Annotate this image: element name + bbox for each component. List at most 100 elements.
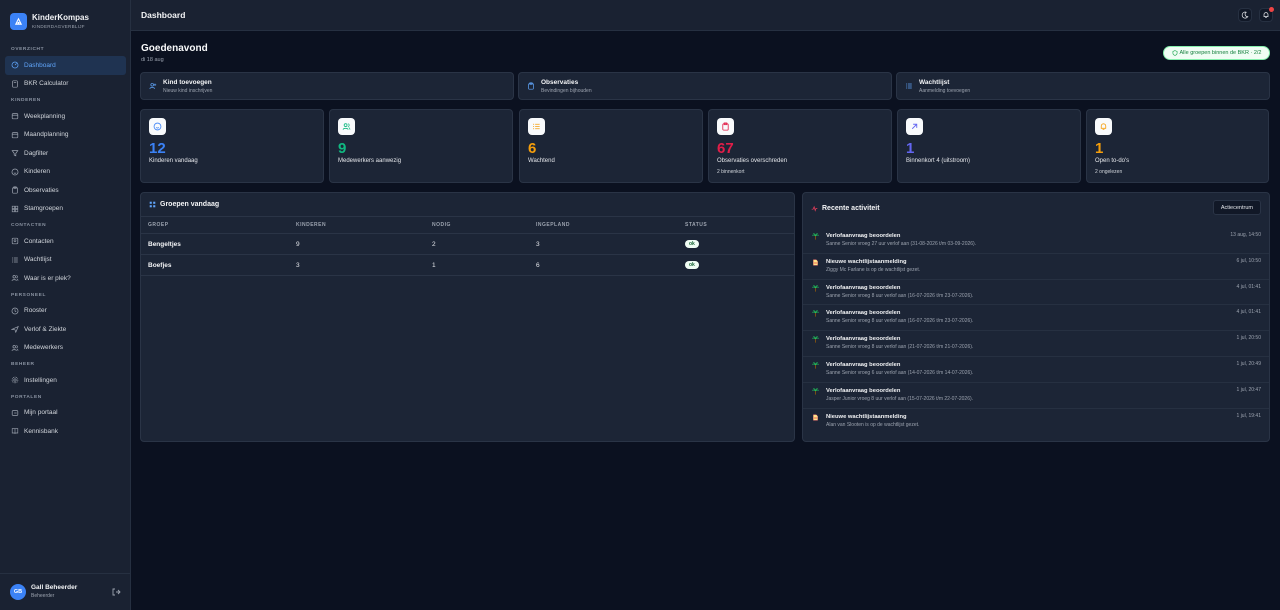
theme-toggle-button[interactable]	[1238, 8, 1252, 22]
grid-icon	[149, 201, 156, 208]
activity-item-time: 1 jul, 20:50	[1236, 335, 1261, 342]
cell-kinderen: 9	[289, 233, 425, 255]
sidebar-item-label: Medewerkers	[24, 344, 64, 352]
portal-icon	[11, 409, 19, 416]
clipboard-icon	[528, 82, 534, 90]
sidebar-item-weekplanning[interactable]: Weekplanning	[5, 107, 126, 126]
sidebar-item-label: Dashboard	[24, 61, 56, 69]
notifications-button[interactable]	[1259, 7, 1274, 22]
cell-status: ok	[678, 233, 794, 255]
stat-card-open-to-do-s[interactable]: 1 Open to-do's 2 ongelezen	[1086, 109, 1269, 183]
palm-tree-icon	[812, 284, 819, 292]
book-icon	[11, 428, 19, 435]
stat-card-medewerkers-aanwezig[interactable]: 9 Medewerkers aanwezig	[329, 109, 513, 183]
activity-item-title: Verlofaanvraag beoordelen	[826, 233, 901, 239]
sidebar-item-kinderen[interactable]: Kinderen	[5, 163, 126, 182]
activity-item-description: Sanne Senior vroeg 27 uur verlof aan (31…	[826, 241, 977, 247]
list-item[interactable]: Verlofaanvraag beoordelen Sanne Senior v…	[803, 228, 1269, 254]
quick-action-subtitle: Bevindingen bijhouden	[541, 87, 592, 94]
list-item[interactable]: Verlofaanvraag beoordelen Sanne Senior v…	[803, 280, 1269, 306]
sidebar-item-mijn-portaal[interactable]: Mijn portaal	[5, 404, 126, 423]
user-name: Gall Beheerder	[31, 584, 78, 591]
sidebar-item-label: Verlof & Ziekte	[24, 325, 67, 333]
avatar[interactable]: GB	[10, 584, 26, 600]
sidebar-item-kennisbank[interactable]: Kennisbank	[5, 422, 126, 441]
list-icon	[11, 257, 18, 263]
sidebar-item-dashboard[interactable]: Dashboard	[5, 56, 126, 75]
table-row[interactable]: Boefjes 3 1 6 ok	[141, 254, 794, 276]
nav-section-title: KINDEREN	[11, 98, 41, 103]
list-item[interactable]: Verlofaanvraag beoordelen Sanne Senior v…	[803, 331, 1269, 357]
document-icon	[813, 259, 818, 266]
activity-list: Verlofaanvraag beoordelen Sanne Senior v…	[803, 228, 1269, 434]
quick-action-kind-toevoegen[interactable]: Kind toevoegen Nieuw kind inschrijven	[140, 72, 514, 100]
sidebar-item-bkr-calculator[interactable]: BKR Calculator	[5, 75, 126, 94]
palm-tree-icon	[812, 361, 819, 369]
calendar-icon	[11, 113, 19, 120]
activity-item-time: 6 jul, 10:50	[1236, 257, 1261, 264]
palm-tree-icon	[812, 310, 819, 318]
activity-item-description: Sanne Senior vroeg 8 uur verlof aan (16-…	[826, 292, 974, 299]
col-nodig: NODIG	[425, 216, 529, 234]
sidebar-item-label: Mijn portaal	[24, 409, 58, 417]
sidebar-item-instellingen[interactable]: Instellingen	[5, 371, 126, 390]
sidebar-item-label: Waar is er plek?	[24, 274, 71, 282]
stat-value: 12	[149, 140, 166, 157]
activity-item-description: Sanne Senior vroeg 8 uur verlof aan (21-…	[826, 344, 974, 351]
activity-item-title: Nieuwe wachtlijstaanmelding	[826, 258, 907, 265]
calculator-icon	[12, 80, 18, 88]
stat-card-wachtend[interactable]: 6 Wachtend	[519, 109, 703, 183]
shield-check-icon	[1172, 50, 1177, 56]
activity-item-time: 4 jul, 01:41	[1236, 309, 1261, 316]
activity-item-time: 4 jul, 01:41	[1236, 283, 1261, 290]
activity-title: Recente activiteit	[822, 204, 880, 212]
list-item[interactable]: Verlofaanvraag beoordelen Jasper Junior …	[803, 383, 1269, 409]
palm-tree-icon	[812, 233, 819, 240]
activity-item-title: Verlofaanvraag beoordelen	[826, 284, 901, 291]
table-row[interactable]: Bengeltjes 9 2 3 ok	[141, 233, 794, 255]
list-item[interactable]: Verlofaanvraag beoordelen Sanne Senior v…	[803, 305, 1269, 332]
sidebar-item-label: Contacten	[24, 237, 54, 245]
sidebar-item-label: Kennisbank	[24, 427, 58, 435]
sidebar-item-maandplanning[interactable]: Maandplanning	[5, 126, 126, 145]
activity-item-title: Nieuwe wachtlijstaanmelding	[826, 413, 907, 420]
status-badge: ok	[685, 240, 699, 248]
sidebar-item-waar-is-er-plek[interactable]: Waar is er plek?	[5, 269, 126, 288]
list-icon	[533, 123, 540, 130]
quick-action-title: Kind toevoegen	[163, 78, 212, 86]
sidebar-item-dagfilter[interactable]: Dagfilter	[5, 144, 126, 163]
stat-card-observaties-overschreden[interactable]: 67 Observaties overschreden 2 binnenkort	[708, 109, 892, 183]
list-item[interactable]: Verlofaanvraag beoordelen Sanne Senior v…	[803, 357, 1269, 383]
sidebar-item-contacten[interactable]: Contacten	[5, 232, 126, 251]
sidebar-item-label: Kinderen	[24, 168, 51, 176]
cell-kinderen: 3	[289, 254, 425, 276]
sidebar-item-label: Instellingen	[24, 376, 57, 384]
sidebar-item-stamgroepen[interactable]: Stamgroepen	[5, 200, 126, 219]
sidebar-item-rooster[interactable]: Rooster	[5, 302, 126, 321]
quick-action-observaties[interactable]: Observaties Bevindingen bijhouden	[518, 72, 892, 100]
current-date: di 18 aug	[141, 57, 164, 63]
list-item[interactable]: Nieuwe wachtlijstaanmelding Ziggy Mc Far…	[803, 254, 1269, 280]
quick-action-wachtlijst[interactable]: Wachtlijst Aanmelding toevoegen	[896, 72, 1270, 100]
bkr-status-badge[interactable]: Alle groepen binnen de BKR · 2/2	[1163, 46, 1270, 60]
stat-card-binnenkort-4-uitstroom[interactable]: 1 Binnenkort 4 (uitstroom)	[897, 109, 1081, 183]
sidebar-item-wachtlijst[interactable]: Wachtlijst	[5, 251, 126, 270]
cell-nodig: 2	[425, 233, 529, 255]
col-status: STATUS	[678, 216, 794, 234]
page-title: Dashboard	[141, 10, 186, 20]
actiecentrum-button[interactable]: Actiecentrum	[1212, 200, 1261, 215]
activity-item-title: Verlofaanvraag beoordelen	[826, 387, 901, 394]
bkr-status-text: Alle groepen binnen de BKR · 2/2	[1179, 50, 1262, 56]
activity-item-description: Alan van Slooten is op de wachtlijst gez…	[826, 421, 920, 428]
stat-value: 9	[338, 140, 347, 157]
brand[interactable]: KinderKompas KINDERDAGVERBLIJF	[0, 0, 130, 34]
palm-tree-icon	[812, 387, 819, 395]
sidebar-item-observaties[interactable]: Observaties	[5, 181, 126, 200]
dashboard-icon	[11, 61, 19, 69]
list-item[interactable]: Nieuwe wachtlijstaanmelding Alan van Slo…	[803, 409, 1269, 435]
sidebar-item-medewerkers[interactable]: Medewerkers	[5, 339, 126, 358]
stat-card-kinderen-vandaag[interactable]: 12 Kinderen vandaag	[140, 109, 324, 183]
activity-item-time: 1 jul, 19:41	[1236, 412, 1261, 419]
logout-icon[interactable]	[111, 587, 121, 597]
sidebar-item-verlof-ziekte[interactable]: Verlof & Ziekte	[5, 320, 126, 339]
